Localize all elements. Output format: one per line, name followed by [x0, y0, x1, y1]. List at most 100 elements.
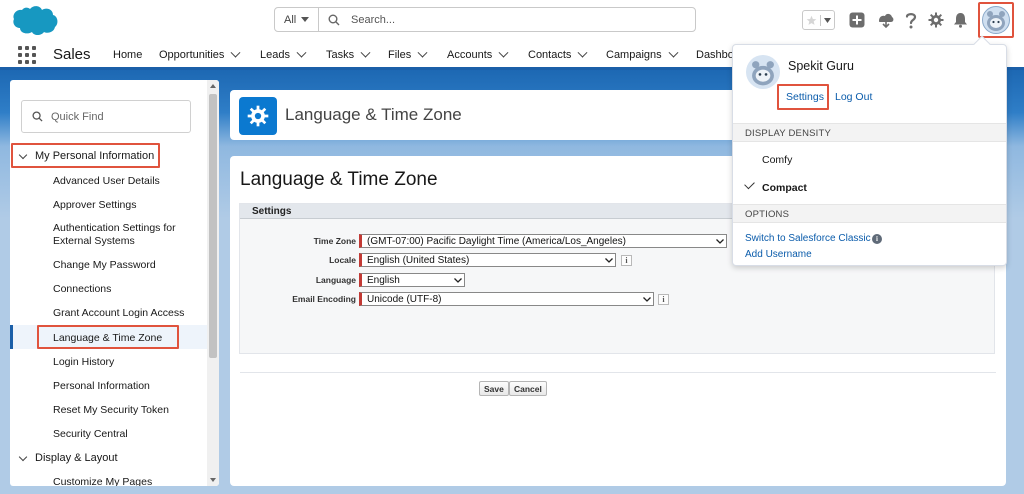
chevron-down-icon: [715, 237, 724, 245]
tree-section-my-personal-information[interactable]: My Personal Information: [10, 150, 154, 162]
cancel-button[interactable]: Cancel: [509, 381, 547, 396]
density-option-compact[interactable]: Compact: [762, 182, 807, 194]
email-encoding-select[interactable]: Unicode (UTF-8): [359, 292, 654, 306]
scroll-up-arrow[interactable]: [210, 84, 216, 88]
chevron-down-icon[interactable]: [18, 150, 28, 159]
field-row-language: Language English: [240, 273, 840, 289]
options-heading: OPTIONS: [733, 204, 1006, 223]
tree-section-label: Display & Layout: [35, 452, 118, 464]
tree-item-reset-my-security-token[interactable]: Reset My Security Token: [53, 404, 169, 417]
scrollbar-thumb[interactable]: [209, 94, 217, 358]
avatar-icon: [746, 55, 780, 89]
add-username-link[interactable]: Add Username: [745, 249, 812, 260]
trailhead-icon[interactable]: [874, 8, 898, 32]
email-encoding-value: Unicode (UTF-8): [367, 293, 442, 305]
tree-item-login-history[interactable]: Login History: [53, 356, 114, 369]
quick-find-box: [21, 100, 191, 133]
nav-item-opportunities[interactable]: Opportunities: [159, 47, 241, 61]
locale-label: Locale: [329, 255, 356, 265]
chevron-down-icon[interactable]: [296, 47, 307, 58]
setup-page-header: Language & Time Zone: [230, 90, 742, 140]
locale-select[interactable]: English (United States): [359, 253, 616, 267]
nav-item-accounts[interactable]: Accounts: [447, 47, 509, 61]
nav-item-dashboards[interactable]: Dashbo: [696, 49, 734, 61]
nav-item-label: Dashbo: [696, 49, 734, 61]
nav-item-label: Opportunities: [159, 49, 225, 61]
nav-item-home[interactable]: Home: [113, 49, 142, 61]
chevron-down-icon[interactable]: [230, 47, 241, 58]
global-header: All: [0, 0, 1024, 40]
user-name: Spekit Guru: [788, 59, 855, 73]
tree-item-language-time-zone[interactable]: Language & Time Zone: [53, 332, 162, 345]
help-icon[interactable]: [902, 8, 920, 32]
page-header-title: Language & Time Zone: [285, 105, 462, 124]
nav-item-contacts[interactable]: Contacts: [528, 47, 588, 61]
setup-gear-icon[interactable]: [926, 8, 946, 32]
tree-item-security-central[interactable]: Security Central: [53, 428, 128, 441]
time-zone-label: Time Zone: [313, 236, 356, 246]
time-zone-value: (GMT-07:00) Pacific Daylight Time (Ameri…: [367, 235, 626, 247]
tree-item-advanced-user-details[interactable]: Advanced User Details: [53, 175, 160, 188]
add-icon[interactable]: [846, 8, 868, 32]
global-search: All: [274, 7, 696, 32]
nav-item-label: Campaigns: [606, 49, 662, 61]
user-profile-menu: Spekit Guru Settings Log Out DISPLAY DEN…: [732, 35, 1007, 266]
tree-section-display-layout[interactable]: Display & Layout: [10, 452, 118, 464]
search-icon: [32, 111, 43, 122]
bell-icon[interactable]: [950, 8, 970, 32]
tree-item-change-my-password[interactable]: Change My Password: [53, 259, 156, 272]
user-avatar-button[interactable]: [978, 2, 1014, 38]
nav-item-files[interactable]: Files: [388, 47, 428, 61]
scroll-down-arrow[interactable]: [210, 478, 216, 482]
time-zone-select[interactable]: (GMT-07:00) Pacific Daylight Time (Ameri…: [359, 234, 727, 248]
search-input[interactable]: [349, 8, 695, 31]
app-launcher-icon[interactable]: [18, 46, 36, 64]
tree-item-personal-information[interactable]: Personal Information: [53, 380, 150, 393]
checkmark-icon: [744, 178, 755, 190]
chevron-down-icon[interactable]: [360, 47, 371, 58]
nav-item-tasks[interactable]: Tasks: [326, 47, 371, 61]
tree-item-connections[interactable]: Connections: [53, 283, 111, 296]
chevron-down-icon[interactable]: [417, 47, 428, 58]
tree-item-customize-my-pages[interactable]: Customize My Pages: [53, 476, 152, 486]
page-title: Language & Time Zone: [240, 169, 438, 190]
info-icon[interactable]: i: [658, 294, 669, 305]
tree-item-authentication-settings[interactable]: Authentication Settings for External Sys…: [53, 222, 193, 248]
star-icon[interactable]: [803, 14, 821, 26]
chevron-down-icon[interactable]: [18, 452, 28, 461]
nav-item-label: Tasks: [326, 49, 355, 61]
favorites-menu-button[interactable]: [821, 17, 834, 23]
search-scope-label: All: [284, 13, 297, 26]
language-select[interactable]: English: [359, 273, 465, 287]
search-scope-dropdown[interactable]: All: [275, 8, 319, 31]
logout-link[interactable]: Log Out: [835, 91, 872, 103]
sidebar-scrollbar[interactable]: [207, 80, 219, 486]
density-option-comfy[interactable]: Comfy: [762, 154, 792, 166]
save-button[interactable]: Save: [479, 381, 509, 396]
locale-value: English (United States): [367, 254, 470, 266]
nav-item-label: Leads: [260, 49, 290, 61]
nav-item-leads[interactable]: Leads: [260, 47, 307, 61]
chevron-down-icon: [604, 256, 613, 264]
info-icon[interactable]: i: [872, 234, 882, 244]
chevron-down-icon[interactable]: [577, 47, 588, 58]
tree-item-approver-settings[interactable]: Approver Settings: [53, 199, 136, 212]
nav-item-label: Accounts: [447, 49, 493, 61]
chevron-down-icon[interactable]: [498, 47, 509, 58]
salesforce-cloud-icon[interactable]: [10, 4, 60, 36]
search-icon: [319, 8, 349, 31]
chevron-down-icon: [642, 295, 651, 303]
button-row: Save Cancel: [240, 372, 996, 402]
switch-to-classic-link[interactable]: Switch to Salesforce Classic: [745, 233, 871, 244]
tree-item-grant-account-login-access[interactable]: Grant Account Login Access: [53, 307, 184, 320]
field-row-email-encoding: Email Encoding Unicode (UTF-8) i: [240, 292, 840, 308]
chevron-down-icon[interactable]: [668, 47, 679, 58]
chevron-down-icon: [453, 276, 462, 284]
info-icon[interactable]: i: [621, 255, 632, 266]
email-encoding-label: Email Encoding: [292, 294, 356, 304]
quick-find-input[interactable]: [49, 109, 179, 124]
avatar-icon: [982, 6, 1010, 34]
settings-link[interactable]: Settings: [786, 91, 824, 103]
nav-item-campaigns[interactable]: Campaigns: [606, 47, 679, 61]
favorites-button[interactable]: [802, 10, 835, 30]
